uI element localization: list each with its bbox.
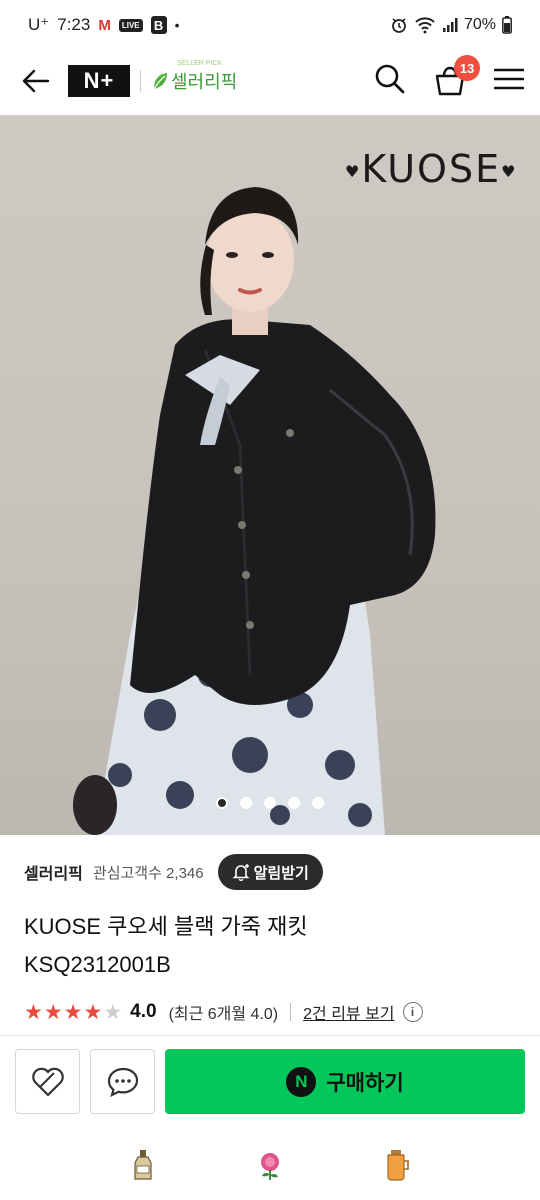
kuose-logo: ♥KUOSE♥ (345, 147, 518, 191)
mail-notification-icon: M (98, 16, 111, 34)
recent-rating: (최근 6개월 4.0) (168, 1006, 279, 1023)
bottom-icon-row (0, 1140, 540, 1190)
app-header: N+ SELLER PICK 셀러리픽 13 (0, 50, 540, 112)
star-rating: ★ ★ ★ ★ ★ (24, 1002, 122, 1023)
carousel-dot[interactable] (288, 797, 300, 809)
search-button[interactable] (374, 63, 406, 100)
carousel-indicator (0, 797, 540, 809)
talk-inquiry-button[interactable] (90, 1049, 155, 1114)
rating-row: ★ ★ ★ ★ ★ 4.0 (최근 6개월 4.0) 2건 리뷰 보기 i (24, 1000, 524, 1024)
cart-button[interactable]: 13 (432, 55, 480, 99)
carousel-dot[interactable] (216, 797, 228, 809)
rating-divider (290, 1003, 292, 1021)
juice-jar-icon[interactable] (380, 1148, 414, 1182)
bottle-icon[interactable] (126, 1148, 160, 1182)
arrow-left-icon (22, 69, 50, 93)
search-icon (375, 64, 405, 93)
buy-button-label: 구매하기 (326, 1071, 404, 1095)
buy-button[interactable]: N 구매하기 (165, 1049, 525, 1114)
star-filled-icon: ★ (24, 1000, 43, 1024)
shop-info-row: 셀러리픽 관심고객수 2,346 알림받기 (24, 854, 524, 890)
product-title: KUOSE 쿠오세 블랙 가죽 재킷 KSQ2312001B (24, 908, 514, 984)
reviews-link[interactable]: 2건 리뷰 보기 (303, 1000, 394, 1024)
menu-button[interactable] (493, 67, 525, 96)
wifi-icon (414, 16, 436, 34)
alert-button-label: 알림받기 (253, 864, 309, 882)
wishlist-button[interactable] (15, 1049, 80, 1114)
product-title-line1: KUOSE 쿠오세 블랙 가죽 재킷 (24, 914, 308, 939)
clock: 7:23 (57, 15, 91, 34)
model-photo (73, 187, 436, 835)
brand-logo-tag: SELLER PICK (177, 60, 223, 67)
alarm-icon (390, 16, 408, 34)
status-bar: U⁺ 7:23 M LIVE B • 70% (0, 0, 540, 50)
carousel-dot[interactable] (240, 797, 252, 809)
cart-count-badge: 13 (454, 55, 480, 81)
rating-value: 4.0 (130, 1001, 157, 1022)
battery-icon (502, 16, 512, 34)
back-button[interactable] (16, 61, 56, 101)
b-notification-icon: B (150, 16, 167, 34)
header-divider (140, 70, 141, 92)
brand-logo-text: 셀러리픽 (171, 72, 238, 92)
heart-outline-icon (31, 1067, 64, 1096)
carrier-label: U⁺ (28, 15, 50, 34)
product-title-line2: KSQ2312001B (24, 952, 171, 977)
purchase-action-bar: N 구매하기 (0, 1035, 540, 1127)
star-filled-icon: ★ (43, 1000, 63, 1024)
shop-name-link[interactable]: 셀러리픽 (24, 860, 83, 884)
rose-icon[interactable] (253, 1148, 287, 1182)
battery-percent: 70% (463, 16, 496, 33)
nplus-logo[interactable]: N+ (68, 65, 130, 97)
signal-icon (442, 17, 458, 33)
npay-icon: N (286, 1066, 317, 1097)
notification-subscribe-button[interactable]: 알림받기 (217, 854, 323, 890)
chat-bubble-icon (107, 1067, 138, 1097)
product-image-carousel[interactable]: ♥KUOSE♥ (0, 115, 540, 835)
bell-plus-icon (232, 864, 250, 881)
star-empty-icon: ★ (103, 1000, 123, 1024)
carousel-dot[interactable] (312, 797, 324, 809)
live-notification-icon: LIVE (118, 18, 143, 32)
star-filled-icon: ★ (83, 1000, 103, 1024)
more-notifications-dot: • (174, 17, 180, 33)
star-filled-icon: ★ (63, 1000, 83, 1024)
info-icon[interactable]: i (402, 1002, 423, 1022)
brand-logo[interactable]: SELLER PICK 셀러리픽 (151, 60, 238, 94)
fans-count: 관심고객수 2,346 (92, 864, 204, 882)
carousel-dot[interactable] (264, 797, 276, 809)
leaf-icon (153, 73, 167, 90)
hamburger-menu-icon (493, 68, 525, 89)
